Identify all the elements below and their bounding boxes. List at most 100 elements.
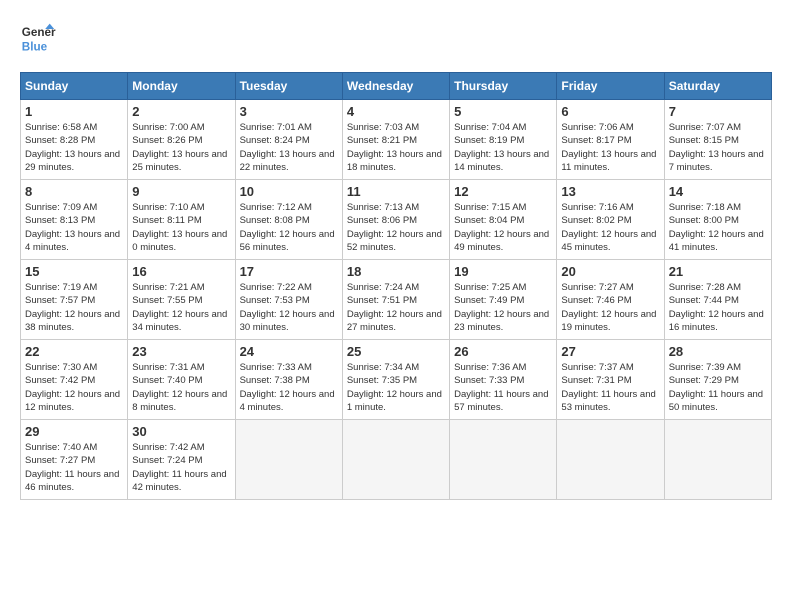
day-number: 2 bbox=[132, 104, 230, 119]
day-info: Sunrise: 7:12 AM Sunset: 8:08 PM Dayligh… bbox=[240, 202, 335, 253]
day-number: 14 bbox=[669, 184, 767, 199]
day-info: Sunrise: 7:10 AM Sunset: 8:11 PM Dayligh… bbox=[132, 202, 227, 253]
day-number: 26 bbox=[454, 344, 552, 359]
col-wednesday: Wednesday bbox=[342, 73, 449, 100]
day-number: 19 bbox=[454, 264, 552, 279]
day-number: 6 bbox=[561, 104, 659, 119]
day-number: 24 bbox=[240, 344, 338, 359]
table-row: 7 Sunrise: 7:07 AM Sunset: 8:15 PM Dayli… bbox=[664, 100, 771, 180]
day-info: Sunrise: 7:18 AM Sunset: 8:00 PM Dayligh… bbox=[669, 202, 764, 253]
page-header: General Blue bbox=[20, 20, 772, 56]
table-row: 12 Sunrise: 7:15 AM Sunset: 8:04 PM Dayl… bbox=[450, 180, 557, 260]
table-row: 8 Sunrise: 7:09 AM Sunset: 8:13 PM Dayli… bbox=[21, 180, 128, 260]
day-info: Sunrise: 7:39 AM Sunset: 7:29 PM Dayligh… bbox=[669, 362, 763, 413]
day-number: 5 bbox=[454, 104, 552, 119]
day-number: 1 bbox=[25, 104, 123, 119]
col-monday: Monday bbox=[128, 73, 235, 100]
table-row: 6 Sunrise: 7:06 AM Sunset: 8:17 PM Dayli… bbox=[557, 100, 664, 180]
day-info: Sunrise: 7:01 AM Sunset: 8:24 PM Dayligh… bbox=[240, 122, 335, 173]
empty-cell bbox=[235, 420, 342, 500]
empty-cell bbox=[557, 420, 664, 500]
day-info: Sunrise: 7:27 AM Sunset: 7:46 PM Dayligh… bbox=[561, 282, 656, 333]
table-row: 15 Sunrise: 7:19 AM Sunset: 7:57 PM Dayl… bbox=[21, 260, 128, 340]
day-number: 9 bbox=[132, 184, 230, 199]
day-number: 25 bbox=[347, 344, 445, 359]
table-row: 3 Sunrise: 7:01 AM Sunset: 8:24 PM Dayli… bbox=[235, 100, 342, 180]
table-row: 10 Sunrise: 7:12 AM Sunset: 8:08 PM Dayl… bbox=[235, 180, 342, 260]
day-info: Sunrise: 7:00 AM Sunset: 8:26 PM Dayligh… bbox=[132, 122, 227, 173]
table-row: 24 Sunrise: 7:33 AM Sunset: 7:38 PM Dayl… bbox=[235, 340, 342, 420]
day-info: Sunrise: 7:36 AM Sunset: 7:33 PM Dayligh… bbox=[454, 362, 548, 413]
day-info: Sunrise: 7:13 AM Sunset: 8:06 PM Dayligh… bbox=[347, 202, 442, 253]
empty-cell bbox=[342, 420, 449, 500]
day-number: 29 bbox=[25, 424, 123, 439]
table-row: 23 Sunrise: 7:31 AM Sunset: 7:40 PM Dayl… bbox=[128, 340, 235, 420]
table-row: 11 Sunrise: 7:13 AM Sunset: 8:06 PM Dayl… bbox=[342, 180, 449, 260]
table-row: 20 Sunrise: 7:27 AM Sunset: 7:46 PM Dayl… bbox=[557, 260, 664, 340]
table-row: 5 Sunrise: 7:04 AM Sunset: 8:19 PM Dayli… bbox=[450, 100, 557, 180]
calendar-table: Sunday Monday Tuesday Wednesday Thursday… bbox=[20, 72, 772, 500]
table-row: 4 Sunrise: 7:03 AM Sunset: 8:21 PM Dayli… bbox=[342, 100, 449, 180]
table-row: 1 Sunrise: 6:58 AM Sunset: 8:28 PM Dayli… bbox=[21, 100, 128, 180]
empty-cell bbox=[664, 420, 771, 500]
table-row: 2 Sunrise: 7:00 AM Sunset: 8:26 PM Dayli… bbox=[128, 100, 235, 180]
table-row: 27 Sunrise: 7:37 AM Sunset: 7:31 PM Dayl… bbox=[557, 340, 664, 420]
col-sunday: Sunday bbox=[21, 73, 128, 100]
day-number: 16 bbox=[132, 264, 230, 279]
logo: General Blue bbox=[20, 20, 62, 56]
day-info: Sunrise: 7:40 AM Sunset: 7:27 PM Dayligh… bbox=[25, 442, 119, 493]
svg-text:Blue: Blue bbox=[22, 41, 48, 54]
table-row: 19 Sunrise: 7:25 AM Sunset: 7:49 PM Dayl… bbox=[450, 260, 557, 340]
day-info: Sunrise: 7:07 AM Sunset: 8:15 PM Dayligh… bbox=[669, 122, 764, 173]
day-info: Sunrise: 7:21 AM Sunset: 7:55 PM Dayligh… bbox=[132, 282, 227, 333]
day-info: Sunrise: 7:22 AM Sunset: 7:53 PM Dayligh… bbox=[240, 282, 335, 333]
day-info: Sunrise: 7:03 AM Sunset: 8:21 PM Dayligh… bbox=[347, 122, 442, 173]
table-row: 17 Sunrise: 7:22 AM Sunset: 7:53 PM Dayl… bbox=[235, 260, 342, 340]
day-info: Sunrise: 7:28 AM Sunset: 7:44 PM Dayligh… bbox=[669, 282, 764, 333]
day-info: Sunrise: 7:31 AM Sunset: 7:40 PM Dayligh… bbox=[132, 362, 227, 413]
day-info: Sunrise: 7:16 AM Sunset: 8:02 PM Dayligh… bbox=[561, 202, 656, 253]
day-number: 17 bbox=[240, 264, 338, 279]
day-number: 30 bbox=[132, 424, 230, 439]
day-info: Sunrise: 7:33 AM Sunset: 7:38 PM Dayligh… bbox=[240, 362, 335, 413]
day-info: Sunrise: 7:15 AM Sunset: 8:04 PM Dayligh… bbox=[454, 202, 549, 253]
day-info: Sunrise: 7:06 AM Sunset: 8:17 PM Dayligh… bbox=[561, 122, 656, 173]
day-info: Sunrise: 7:04 AM Sunset: 8:19 PM Dayligh… bbox=[454, 122, 549, 173]
day-number: 28 bbox=[669, 344, 767, 359]
day-info: Sunrise: 7:37 AM Sunset: 7:31 PM Dayligh… bbox=[561, 362, 655, 413]
day-info: Sunrise: 6:58 AM Sunset: 8:28 PM Dayligh… bbox=[25, 122, 120, 173]
day-number: 13 bbox=[561, 184, 659, 199]
table-row: 21 Sunrise: 7:28 AM Sunset: 7:44 PM Dayl… bbox=[664, 260, 771, 340]
day-number: 3 bbox=[240, 104, 338, 119]
day-info: Sunrise: 7:19 AM Sunset: 7:57 PM Dayligh… bbox=[25, 282, 120, 333]
day-number: 4 bbox=[347, 104, 445, 119]
day-info: Sunrise: 7:25 AM Sunset: 7:49 PM Dayligh… bbox=[454, 282, 549, 333]
table-row: 14 Sunrise: 7:18 AM Sunset: 8:00 PM Dayl… bbox=[664, 180, 771, 260]
day-number: 23 bbox=[132, 344, 230, 359]
header-row: Sunday Monday Tuesday Wednesday Thursday… bbox=[21, 73, 772, 100]
col-tuesday: Tuesday bbox=[235, 73, 342, 100]
col-saturday: Saturday bbox=[664, 73, 771, 100]
day-number: 15 bbox=[25, 264, 123, 279]
table-row: 13 Sunrise: 7:16 AM Sunset: 8:02 PM Dayl… bbox=[557, 180, 664, 260]
day-number: 22 bbox=[25, 344, 123, 359]
day-number: 8 bbox=[25, 184, 123, 199]
day-number: 21 bbox=[669, 264, 767, 279]
day-number: 27 bbox=[561, 344, 659, 359]
table-row: 26 Sunrise: 7:36 AM Sunset: 7:33 PM Dayl… bbox=[450, 340, 557, 420]
col-thursday: Thursday bbox=[450, 73, 557, 100]
day-info: Sunrise: 7:30 AM Sunset: 7:42 PM Dayligh… bbox=[25, 362, 120, 413]
day-info: Sunrise: 7:24 AM Sunset: 7:51 PM Dayligh… bbox=[347, 282, 442, 333]
day-info: Sunrise: 7:34 AM Sunset: 7:35 PM Dayligh… bbox=[347, 362, 442, 413]
logo-icon: General Blue bbox=[20, 20, 56, 56]
day-number: 10 bbox=[240, 184, 338, 199]
day-number: 18 bbox=[347, 264, 445, 279]
table-row: 28 Sunrise: 7:39 AM Sunset: 7:29 PM Dayl… bbox=[664, 340, 771, 420]
day-number: 12 bbox=[454, 184, 552, 199]
table-row: 22 Sunrise: 7:30 AM Sunset: 7:42 PM Dayl… bbox=[21, 340, 128, 420]
day-number: 7 bbox=[669, 104, 767, 119]
day-info: Sunrise: 7:42 AM Sunset: 7:24 PM Dayligh… bbox=[132, 442, 226, 493]
table-row: 18 Sunrise: 7:24 AM Sunset: 7:51 PM Dayl… bbox=[342, 260, 449, 340]
table-row: 25 Sunrise: 7:34 AM Sunset: 7:35 PM Dayl… bbox=[342, 340, 449, 420]
table-row: 9 Sunrise: 7:10 AM Sunset: 8:11 PM Dayli… bbox=[128, 180, 235, 260]
